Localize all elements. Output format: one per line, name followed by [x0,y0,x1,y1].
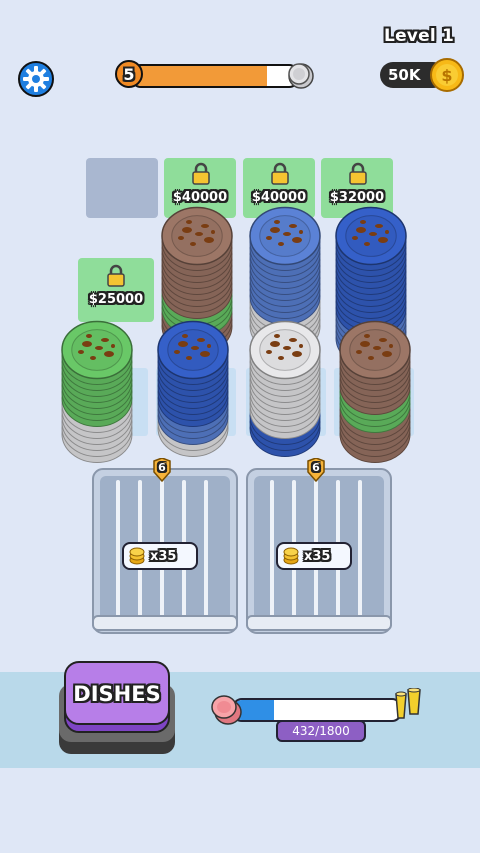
level-number-badge: 5 [115,60,143,88]
rack-reward-amount: x35 [150,548,177,564]
dish-rack[interactable]: 6 x35 [244,458,394,636]
dirty-plate-icon [211,695,242,725]
plate-stack[interactable] [60,312,134,468]
rack-reward: x35 [276,542,352,570]
cups-icon [395,688,421,719]
svg-text:$: $ [441,66,452,85]
lock-icon [105,264,127,288]
lock-icon [347,162,369,186]
plate-stack[interactable] [338,312,412,468]
lock-icon [190,162,212,186]
coin-stack-icon [283,547,299,565]
wash-progress-track [232,698,402,722]
empty-slot[interactable] [86,158,158,218]
rack-capacity: 6 [158,461,166,474]
dishes-button[interactable]: DISHES [57,660,177,756]
settings-gear-icon[interactable] [17,60,55,98]
plate-stack[interactable] [156,312,230,462]
wash-count: 432/1800 [276,720,366,742]
rack-reward-amount: x35 [304,548,331,564]
level-progress-fill [133,66,268,86]
coin-icon: $ [430,58,464,92]
rack-capacity: 6 [312,461,320,474]
money-display: 50K $ [380,58,464,92]
rack-capacity-badge: 6 [152,458,172,482]
dish-rack[interactable]: 6 x35 [90,458,240,636]
rack-capacity-badge: 6 [306,458,326,482]
level-progress: 5 [115,60,315,90]
plate-goal-icon [287,60,315,90]
dishes-button-label: DISHES [73,682,161,706]
lock-price: $25000 [88,292,144,307]
rack-reward: x35 [122,542,198,570]
plate-stack[interactable] [248,312,322,462]
level-label: Level 1 [384,26,454,46]
level-progress-track [131,64,299,88]
lock-icon [269,162,291,186]
coin-stack-icon [129,547,145,565]
wash-progress: 432/1800 [210,688,422,748]
